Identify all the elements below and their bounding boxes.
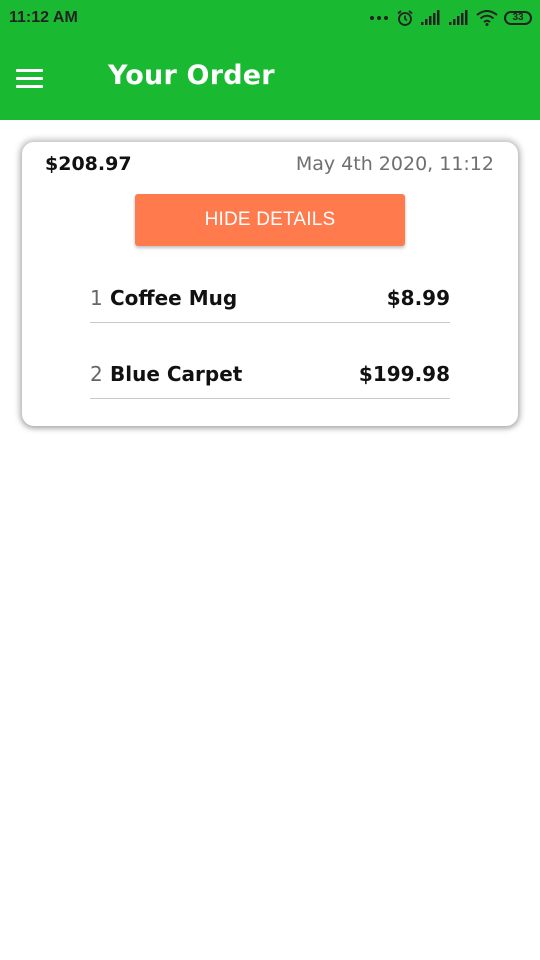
status-bar: 11:12 AM 33 [0, 0, 540, 38]
status-icons: 33 [370, 8, 532, 28]
page-title: Your Order [108, 60, 275, 91]
app-bar: 11:12 AM 33 Your Order [0, 0, 540, 120]
item-price: $8.99 [386, 286, 450, 310]
order-total: $208.97 [45, 153, 132, 175]
more-dots-icon [370, 16, 388, 20]
hamburger-menu-icon[interactable] [16, 69, 44, 89]
item-price: $199.98 [358, 362, 450, 386]
alarm-icon [397, 10, 413, 26]
item-name: Coffee Mug [110, 286, 238, 310]
item-name: Blue Carpet [110, 362, 243, 386]
hide-details-button[interactable]: HIDE DETAILS [135, 194, 405, 246]
order-date: May 4th 2020, 11:12 [295, 153, 494, 175]
item-number: 2 [90, 362, 103, 386]
status-time: 11:12 AM [9, 9, 78, 26]
item-number: 1 [90, 286, 103, 310]
wifi-icon [476, 10, 498, 26]
battery-icon: 33 [504, 11, 532, 25]
order-card: $208.97 May 4th 2020, 11:12 HIDE DETAILS… [22, 142, 518, 426]
signal-icon [449, 10, 468, 25]
list-item: 2 Blue Carpet $199.98 [90, 358, 450, 399]
signal-icon [421, 10, 440, 25]
list-item: 1 Coffee Mug $8.99 [90, 282, 450, 323]
